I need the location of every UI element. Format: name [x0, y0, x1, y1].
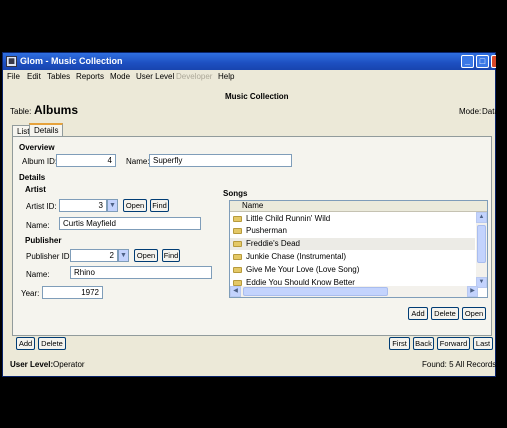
- songs-column-header[interactable]: Name: [230, 201, 487, 212]
- menu-tables[interactable]: Tables: [47, 72, 70, 81]
- user-level-value: Operator: [53, 360, 85, 369]
- app-window: ▦ Glom - Music Collection _ □ File Edit …: [2, 52, 499, 377]
- record-delete-button[interactable]: Delete: [38, 337, 66, 350]
- list-item[interactable]: Junkie Chase (Instrumental): [230, 251, 475, 263]
- album-name-field[interactable]: Superfly: [149, 154, 292, 167]
- folder-icon: [233, 267, 242, 273]
- last-button[interactable]: Last: [473, 337, 493, 350]
- glom-app-icon: ▦: [6, 56, 17, 67]
- artist-name-field[interactable]: Curtis Mayfield: [59, 217, 201, 230]
- folder-icon: [233, 254, 242, 260]
- publisher-find-button[interactable]: Find: [162, 249, 180, 262]
- chevron-down-icon[interactable]: ▼: [118, 249, 129, 262]
- artist-id-field[interactable]: 3: [59, 199, 107, 212]
- songs-list[interactable]: Name Little Child Runnin' Wild Pusherman…: [229, 200, 488, 298]
- records-found: Found: 5 All Records:: [422, 360, 499, 369]
- back-button[interactable]: Back: [413, 337, 434, 350]
- album-id-field[interactable]: 4: [56, 154, 116, 167]
- horizontal-scrollbar[interactable]: ◀ ▶: [230, 286, 478, 297]
- publisher-name-label: Name:: [26, 270, 50, 279]
- scroll-up-icon[interactable]: ▲: [476, 212, 487, 223]
- scroll-thumb[interactable]: [243, 287, 388, 296]
- chevron-down-icon[interactable]: ▼: [107, 199, 118, 212]
- overview-heading: Overview: [19, 143, 55, 152]
- publisher-name-field[interactable]: Rhino: [70, 266, 212, 279]
- songs-open-button[interactable]: Open: [462, 307, 486, 320]
- year-field[interactable]: 1972: [42, 286, 103, 299]
- menu-bar: File Edit Tables Reports Mode User Level…: [3, 71, 495, 83]
- songs-add-button[interactable]: Add: [408, 307, 428, 320]
- artist-heading: Artist: [25, 185, 46, 194]
- minimize-button[interactable]: _: [461, 55, 474, 68]
- album-id-label: Album ID:: [22, 157, 58, 166]
- tab-details[interactable]: Details: [29, 123, 64, 137]
- first-button[interactable]: First: [389, 337, 410, 350]
- vertical-scrollbar[interactable]: ▲ ▼: [476, 212, 487, 288]
- album-name-label: Name:: [126, 157, 150, 166]
- scroll-thumb[interactable]: [477, 225, 486, 263]
- publisher-id-label: Publisher ID:: [26, 252, 72, 261]
- scroll-left-icon[interactable]: ◀: [230, 286, 241, 297]
- list-item[interactable]: Give Me Your Love (Love Song): [230, 264, 475, 276]
- songs-heading: Songs: [223, 189, 248, 198]
- maximize-button[interactable]: □: [476, 55, 489, 68]
- folder-icon: [233, 216, 242, 222]
- window-title: Glom - Music Collection: [20, 56, 123, 66]
- title-bar[interactable]: ▦ Glom - Music Collection _ □: [3, 53, 496, 70]
- menu-help[interactable]: Help: [218, 72, 234, 81]
- publisher-id-field[interactable]: 2: [70, 249, 118, 262]
- table-name: Albums: [34, 103, 79, 117]
- artist-open-button[interactable]: Open: [123, 199, 147, 212]
- user-level-label: User Level:: [10, 360, 54, 369]
- year-label: Year:: [21, 289, 40, 298]
- list-item[interactable]: Little Child Runnin' Wild: [230, 213, 475, 225]
- scroll-right-icon[interactable]: ▶: [467, 286, 478, 297]
- publisher-open-button[interactable]: Open: [134, 249, 158, 262]
- artist-name-label: Name:: [26, 221, 50, 230]
- document-title: Music Collection: [225, 92, 289, 101]
- folder-icon: [233, 228, 242, 234]
- list-item[interactable]: Freddie's Dead: [230, 238, 475, 250]
- details-heading: Details: [19, 173, 46, 182]
- songs-delete-button[interactable]: Delete: [431, 307, 459, 320]
- menu-edit[interactable]: Edit: [27, 72, 41, 81]
- menu-file[interactable]: File: [7, 72, 20, 81]
- menu-mode[interactable]: Mode: [110, 72, 130, 81]
- menu-reports[interactable]: Reports: [76, 72, 104, 81]
- record-add-button[interactable]: Add: [16, 337, 35, 350]
- list-item[interactable]: Pusherman: [230, 225, 475, 237]
- folder-icon: [233, 241, 242, 247]
- menu-user-level[interactable]: User Level: [136, 72, 174, 81]
- artist-id-label: Artist ID:: [26, 202, 57, 211]
- table-label: Table:: [10, 107, 32, 116]
- artist-find-button[interactable]: Find: [150, 199, 169, 212]
- publisher-heading: Publisher: [25, 236, 62, 245]
- mode-value: Data: [482, 107, 499, 116]
- forward-button[interactable]: Forward: [437, 337, 470, 350]
- menu-developer: Developer: [176, 72, 213, 81]
- mode-label: Mode:: [459, 107, 482, 116]
- close-button[interactable]: [491, 55, 496, 68]
